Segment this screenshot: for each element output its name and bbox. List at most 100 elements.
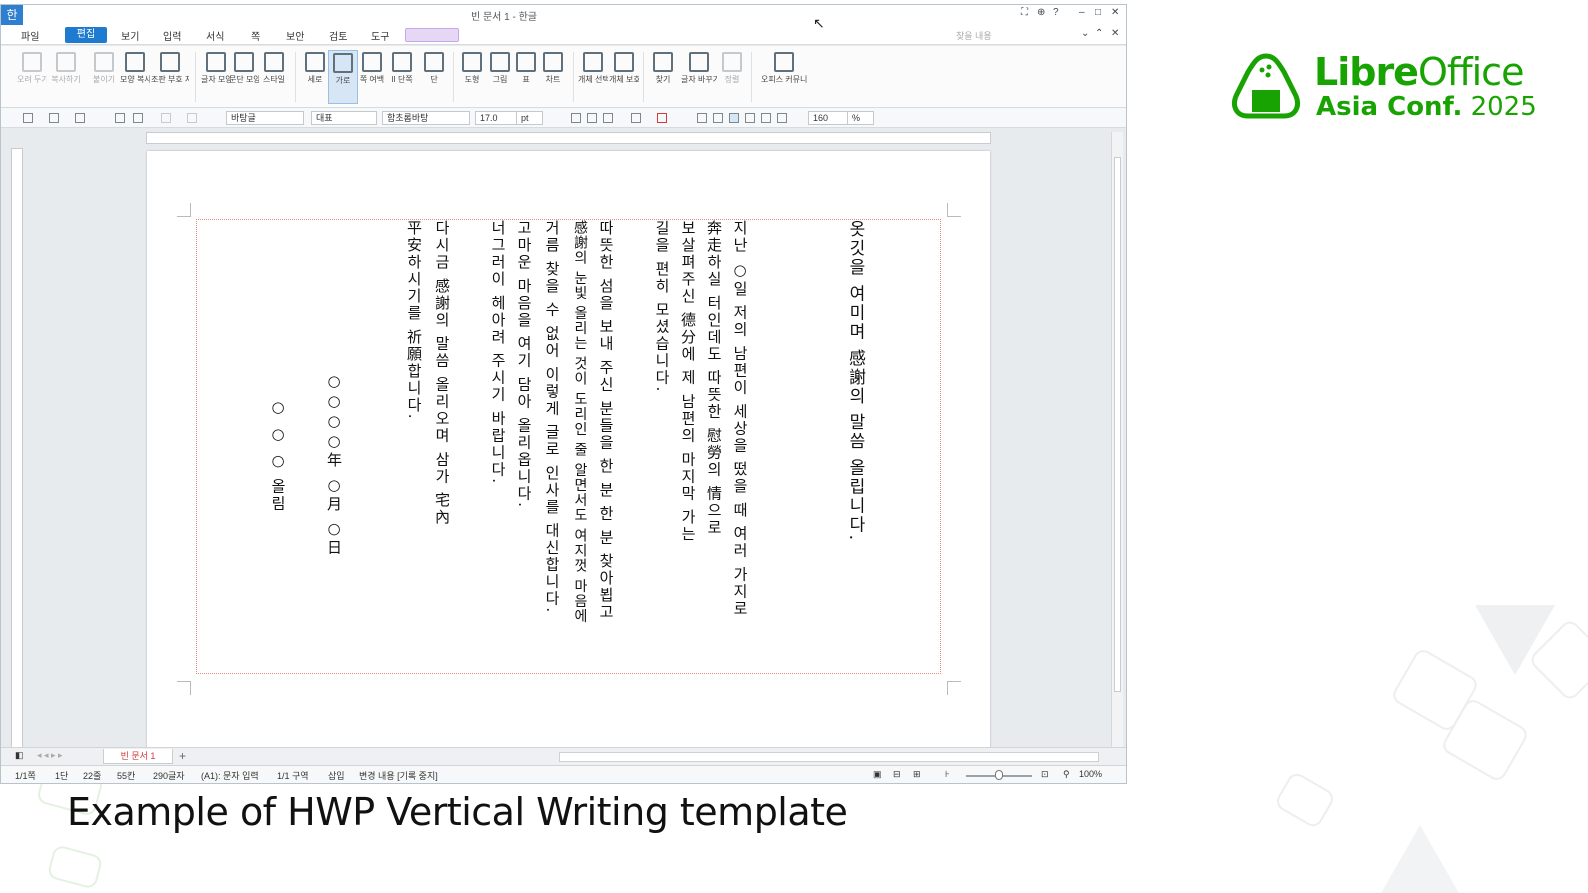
strikethrough-icon[interactable] xyxy=(631,113,641,123)
fit-page-icon[interactable]: ⊡ xyxy=(1041,769,1049,780)
copy-button[interactable]: 복사하기 xyxy=(51,50,81,104)
menu-file[interactable]: 파일 xyxy=(21,28,39,43)
select-object-button[interactable]: 개체 선택 xyxy=(578,50,608,104)
undo-icon[interactable] xyxy=(161,113,171,123)
view-toggle-button[interactable] xyxy=(405,28,459,42)
page-margin-button[interactable]: 쪽 여백 xyxy=(357,50,387,104)
vertical-scroll-thumb[interactable] xyxy=(1114,157,1121,692)
chevron-down-icon[interactable]: ⌄ xyxy=(1081,28,1089,39)
help-icon[interactable]: ? xyxy=(1053,7,1059,18)
open-folder-icon[interactable] xyxy=(49,113,59,123)
align-right-icon[interactable] xyxy=(745,113,755,123)
save-icon[interactable] xyxy=(75,113,85,123)
status-track-changes[interactable]: 변경 내용 [기록 중지] xyxy=(359,769,438,782)
menu-tools[interactable]: 도구 xyxy=(371,28,389,43)
vertical-scrollbar[interactable] xyxy=(1111,132,1123,750)
onigiri-icon xyxy=(1232,53,1300,119)
portrait-page-icon xyxy=(305,52,325,72)
zoom-out-icon[interactable]: ⊦ xyxy=(945,769,950,780)
cut-button[interactable]: 오려 두기 xyxy=(17,50,47,104)
two-page-button[interactable]: II 단쪽 xyxy=(387,50,417,104)
align-justify-icon[interactable] xyxy=(697,113,707,123)
minimize-icon[interactable]: – xyxy=(1079,7,1085,18)
underline-icon[interactable] xyxy=(603,113,613,123)
maximize-icon[interactable]: □ xyxy=(1095,7,1101,18)
search-input[interactable]: 찾을 내용 xyxy=(956,29,992,42)
tab-nav-icon[interactable]: ◧ xyxy=(15,750,24,761)
italic-icon[interactable] xyxy=(587,113,597,123)
font-color-icon[interactable] xyxy=(657,113,667,123)
pin-icon[interactable]: ⊕ xyxy=(1037,7,1045,18)
horizontal-ruler[interactable] xyxy=(146,132,991,144)
sort-button[interactable]: 정렬 xyxy=(717,50,747,104)
vertical-text-area[interactable]: 옷깃을 여미며 感謝의 말씀 올립니다. 지난 ○일 저의 남편이 세상을 떴을… xyxy=(196,219,941,674)
landscape-button[interactable]: 가로 xyxy=(328,50,358,104)
close-document-icon[interactable]: ✕ xyxy=(1111,28,1119,39)
style-button[interactable]: 스타일 xyxy=(259,50,289,104)
office-communicator-button[interactable]: 오피스 커뮤니케이터 xyxy=(761,50,807,104)
menu-security[interactable]: 보안 xyxy=(286,28,304,43)
hwp-app-icon[interactable]: 한 xyxy=(1,5,23,25)
ribbon-separator xyxy=(751,52,752,102)
chevron-up-icon[interactable]: ⌃ xyxy=(1095,28,1103,39)
zoom-level[interactable]: 100% xyxy=(1079,769,1102,779)
table-button[interactable]: 표 xyxy=(511,50,541,104)
status-insert-mode[interactable]: 삽입 xyxy=(328,769,345,782)
vertical-ruler[interactable] xyxy=(11,148,23,748)
text-column: 奔走하실 터인데도 따뜻한 慰勞의 情으로 xyxy=(705,220,723,537)
document-page[interactable]: 옷깃을 여미며 感謝의 말씀 올립니다. 지난 ○일 저의 남편이 세상을 떴을… xyxy=(147,151,990,749)
view-web-icon[interactable]: ⊟ xyxy=(893,769,901,780)
background-outline-shape xyxy=(46,844,104,890)
find-button[interactable]: 찾기 xyxy=(648,50,678,104)
document-tab[interactable]: 빈 문서 1 xyxy=(103,749,173,764)
menu-format[interactable]: 서식 xyxy=(206,28,224,43)
document-tab-bar: ◧ ◂ ◂ ▸ ▸ 빈 문서 1 + xyxy=(1,747,1126,765)
add-tab-icon[interactable]: + xyxy=(179,749,186,763)
language-select[interactable]: 대표 xyxy=(311,111,377,125)
menu-view[interactable]: 보기 xyxy=(121,28,139,43)
new-document-icon[interactable] xyxy=(23,113,33,123)
close-icon[interactable]: ✕ xyxy=(1111,7,1119,18)
shape-icon xyxy=(462,52,482,72)
fullscreen-icon[interactable]: ⛶ xyxy=(1021,7,1028,18)
font-select[interactable]: 함초롬바탕 xyxy=(382,111,470,125)
magnifier-icon[interactable]: ⚲ xyxy=(1063,769,1070,780)
align-left-icon[interactable] xyxy=(713,113,723,123)
replace-button[interactable]: 글자 바꾸기 xyxy=(681,50,717,104)
preview-icon[interactable] xyxy=(133,113,143,123)
view-normal-icon[interactable]: ▣ xyxy=(873,769,882,780)
char-shape-button[interactable]: 글자 모양 xyxy=(201,50,231,104)
background-outline-shape xyxy=(1273,770,1337,830)
zoom-slider-handle[interactable] xyxy=(995,770,1003,780)
menu-insert[interactable]: 입력 xyxy=(163,28,181,43)
menu-page[interactable]: 쪽 xyxy=(251,28,260,43)
protect-object-button[interactable]: 개체 보호 xyxy=(609,50,639,104)
font-size-unit[interactable]: pt xyxy=(517,111,543,125)
chart-button[interactable]: 차트 xyxy=(538,50,568,104)
font-size-input[interactable]: 17.0 xyxy=(475,111,517,125)
status-line: 22줄 xyxy=(83,771,102,781)
document-title: 빈 문서 1 - 한글 xyxy=(471,12,538,23)
line-spacing-input[interactable]: 160 xyxy=(808,111,848,125)
view-page-icon[interactable]: ⊞ xyxy=(913,769,921,780)
redo-icon[interactable] xyxy=(187,113,197,123)
align-distribute-icon[interactable] xyxy=(761,113,771,123)
align-center-icon[interactable] xyxy=(729,113,739,123)
bold-icon[interactable] xyxy=(571,113,581,123)
logo-subtitle: Asia Conf. 2025 xyxy=(1316,92,1537,122)
horizontal-scrollbar[interactable] xyxy=(559,752,1099,762)
paste-button[interactable]: 붙이기 xyxy=(89,50,119,104)
portrait-button[interactable]: 세로 xyxy=(300,50,330,104)
print-icon[interactable] xyxy=(115,113,125,123)
columns-button[interactable]: 단 xyxy=(419,50,449,104)
format-painter-button[interactable]: 모양 복사 xyxy=(120,50,150,104)
menu-edit[interactable]: 편집 xyxy=(65,27,107,43)
menu-review[interactable]: 검토 xyxy=(329,28,347,43)
para-shape-button[interactable]: 문단 모양 xyxy=(229,50,259,104)
clear-marks-button[interactable]: 조판 부호 지우기 xyxy=(151,50,189,104)
style-select[interactable]: 바탕글 xyxy=(226,111,304,125)
align-divide-icon[interactable] xyxy=(777,113,787,123)
line-spacing-unit[interactable]: % xyxy=(848,111,874,125)
tab-nav-arrows[interactable]: ◂ ◂ ▸ ▸ xyxy=(37,750,63,761)
shape-button[interactable]: 도형 xyxy=(457,50,487,104)
